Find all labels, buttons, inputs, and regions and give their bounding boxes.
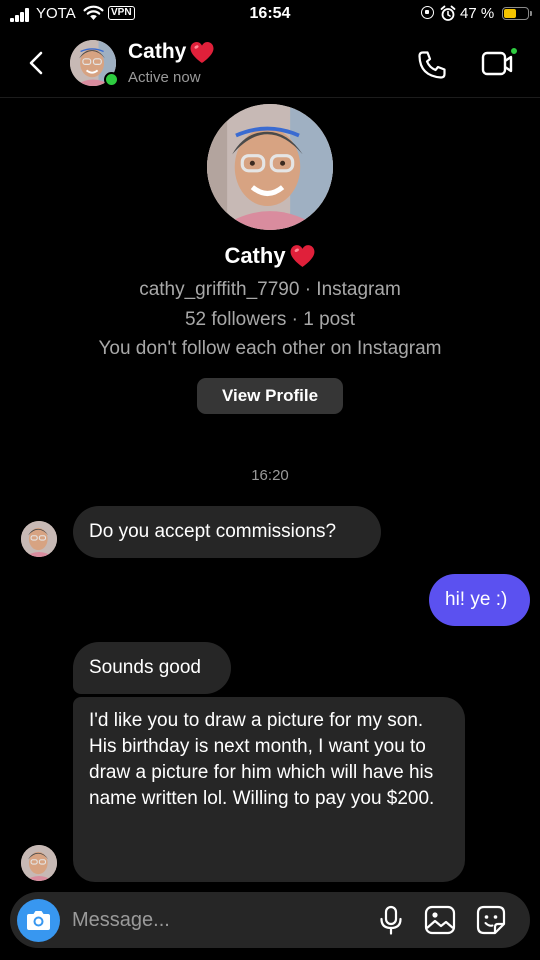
- video-call-icon[interactable]: [480, 46, 519, 84]
- online-indicator: [104, 72, 119, 87]
- heart-icon: [290, 245, 315, 267]
- profile-avatar[interactable]: [207, 104, 333, 230]
- rotation-lock-icon: [421, 6, 434, 19]
- microphone-icon[interactable]: [378, 905, 404, 935]
- profile-stats: 52 followers · 1 post: [184, 309, 356, 330]
- avatar: [21, 521, 57, 557]
- header-name-row[interactable]: Cathy: [128, 40, 215, 64]
- sender-avatar[interactable]: [21, 521, 57, 557]
- battery-percent: 47 %: [460, 5, 495, 22]
- camera-icon: [27, 911, 50, 930]
- avatar: [207, 104, 333, 230]
- view-profile-button[interactable]: View Profile: [197, 378, 343, 414]
- status-bar: YOTA VPN 16:54 47 %: [0, 0, 540, 30]
- profile-name: Cathy: [224, 243, 286, 268]
- message-timestamp: 16:20: [251, 467, 289, 484]
- status-time: 16:54: [249, 5, 291, 22]
- contact-name: Cathy: [128, 40, 187, 63]
- header-avatar[interactable]: [70, 40, 119, 87]
- message-line: His birthday is next month, I want you t…: [89, 736, 435, 809]
- message-composer: [10, 892, 530, 948]
- profile-username: cathy_griffith_7790 · Instagram: [139, 279, 401, 300]
- sender-avatar[interactable]: [21, 845, 57, 881]
- battery-icon: [502, 7, 532, 20]
- message-input[interactable]: [72, 904, 362, 936]
- message-bubble-sent[interactable]: hi! ye :): [429, 574, 530, 626]
- message-bubble-received[interactable]: Do you accept commissions?: [73, 506, 381, 558]
- profile-follow-status: You don't follow each other on Instagram: [98, 338, 442, 359]
- heart-icon: [190, 41, 214, 63]
- sticker-icon[interactable]: [476, 905, 506, 935]
- phone-icon[interactable]: [416, 49, 448, 81]
- chevron-left-icon[interactable]: [22, 48, 52, 78]
- gallery-icon[interactable]: [424, 905, 456, 935]
- message-bubble-received[interactable]: I'd like you to draw a picture for my so…: [73, 697, 465, 882]
- camera-button[interactable]: [17, 899, 60, 942]
- profile-name-row: Cathy: [0, 243, 540, 269]
- avatar: [21, 845, 57, 881]
- message-bubble-received[interactable]: Sounds good: [73, 642, 231, 694]
- chat-header: Cathy Active now: [0, 34, 540, 98]
- battery-level: [504, 9, 516, 18]
- message-line: I'd like you to draw a picture for my so…: [89, 710, 424, 731]
- active-status: Active now: [128, 69, 201, 86]
- alarm-icon: [440, 5, 456, 21]
- active-dot: [509, 46, 519, 56]
